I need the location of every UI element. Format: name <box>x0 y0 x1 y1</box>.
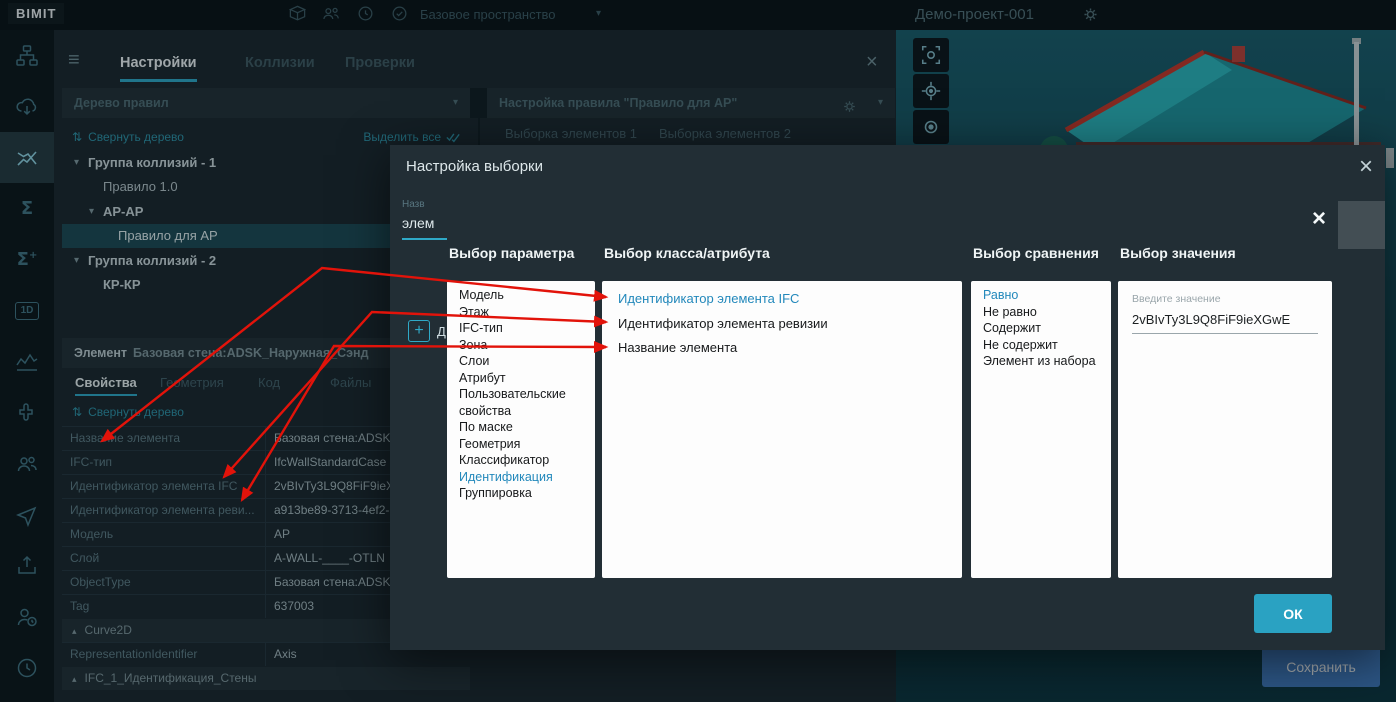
option-item[interactable]: Идентификатор элемента ревизии <box>602 312 962 337</box>
inner-dialog-close-icon[interactable]: × <box>1312 205 1326 233</box>
name-field-value: элем <box>402 215 447 231</box>
option-item[interactable]: Геометрия <box>447 436 595 453</box>
options-list: РавноНе равноСодержитНе содержитЭлемент … <box>971 281 1111 578</box>
options-list: Идентификатор элемента IFCИдентификатор … <box>602 281 962 578</box>
modal-close-icon[interactable]: × <box>1359 153 1373 181</box>
option-item[interactable]: Идентификация <box>447 469 595 486</box>
option-item[interactable]: Пользовательские свойства <box>447 386 595 419</box>
column-header: Выбор сравнения <box>971 245 1111 265</box>
column-header: Выбор значения <box>1118 245 1332 265</box>
option-item[interactable]: Идентификатор элемента IFC <box>602 287 962 312</box>
option-item[interactable]: Элемент из набора <box>971 353 1111 370</box>
name-field-underline <box>402 238 447 240</box>
option-item[interactable]: Модель <box>447 287 595 304</box>
value-column: Выбор значения Введите значение 2vBIvTy3… <box>1118 245 1332 578</box>
app-screen: BIMIT Базовое пространство ▾ Демо-проект… <box>0 0 1396 702</box>
value-input[interactable]: 2vBIvTy3L9Q8FiF9ieXGwE <box>1132 312 1318 334</box>
name-field-label: Назв <box>402 199 447 210</box>
option-item[interactable]: По маске <box>447 419 595 436</box>
value-input-label: Введите значение <box>1132 293 1318 305</box>
column-header: Выбор класса/атрибута <box>602 245 962 265</box>
options-list: МодельЭтажIFC-типЗонаСлоиАтрибутПользова… <box>447 281 595 578</box>
option-item[interactable]: Равно <box>971 287 1111 304</box>
add-button-fragment[interactable]: + Д <box>408 320 446 342</box>
option-item[interactable]: Не содержит <box>971 337 1111 354</box>
selection-column: Выбор класса/атрибута Идентификатор элеме… <box>602 245 962 578</box>
option-item[interactable]: Зона <box>447 337 595 354</box>
selection-settings-modal: Настройка выборки × × Назв элем + Д Выбо… <box>390 145 1385 650</box>
name-field-fragment[interactable]: Назв элем <box>402 199 447 240</box>
selection-column: Выбор параметра МодельЭтажIFC-типЗонаСлои… <box>447 245 595 578</box>
value-card: Введите значение 2vBIvTy3L9Q8FiF9ieXGwE <box>1118 281 1332 578</box>
option-item[interactable]: Не равно <box>971 304 1111 321</box>
ok-button[interactable]: ОК <box>1254 594 1332 633</box>
plus-icon: + <box>408 320 430 342</box>
option-item[interactable]: IFC-тип <box>447 320 595 337</box>
option-item[interactable]: Атрибут <box>447 370 595 387</box>
option-item[interactable]: Слои <box>447 353 595 370</box>
option-item[interactable]: Классификатор <box>447 452 595 469</box>
background-panel-fragment <box>1338 201 1385 249</box>
option-item[interactable]: Этаж <box>447 304 595 321</box>
add-label-fragment: Д <box>437 324 446 339</box>
column-header: Выбор параметра <box>447 245 595 265</box>
option-item[interactable]: Название элемента <box>602 336 962 361</box>
selection-column: Выбор сравнения РавноНе равноСодержитНе с… <box>971 245 1111 578</box>
option-item[interactable]: Группировка <box>447 485 595 502</box>
option-item[interactable]: Содержит <box>971 320 1111 337</box>
modal-title: Настройка выборки <box>406 158 543 175</box>
